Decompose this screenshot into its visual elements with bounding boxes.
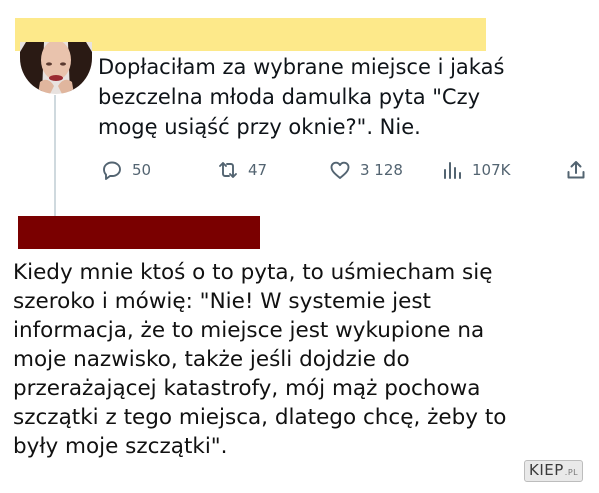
retweet-button[interactable]: 47: [216, 156, 267, 184]
heart-icon: [330, 161, 350, 179]
reply-line: były moje szczątki".: [13, 434, 228, 459]
thread-connector-line: [54, 95, 56, 220]
tweet-action-bar: 50 47 3 128 107K: [100, 156, 590, 184]
screenshot-canvas: Dopłaciłam za wybrane miejsce i jakaś be…: [0, 0, 599, 493]
share-button[interactable]: [564, 156, 588, 184]
watermark-box: KIEP .PL: [524, 460, 584, 482]
redacted-username-bottom: [18, 216, 260, 249]
tweet-text: Dopłaciłam za wybrane miejsce i jakaś be…: [98, 52, 593, 142]
retweet-count: 47: [248, 161, 268, 179]
like-count: 3 128: [360, 161, 403, 179]
tweet-line: mogę usiąść przy oknie?". Nie.: [98, 115, 421, 139]
watermark-tld: .PL: [564, 468, 579, 477]
watermark-brand: KIEP: [529, 461, 564, 479]
reply-icon: [103, 161, 121, 180]
views-chart-icon: [444, 162, 461, 179]
views-count: 107K: [472, 161, 511, 179]
views-button[interactable]: 107K: [440, 156, 510, 184]
share-icon: [567, 161, 585, 179]
reply-button[interactable]: 50: [100, 156, 151, 184]
tweet-line: bezczelna młoda damulka pyta "Czy: [98, 85, 481, 109]
reply-line: szczątki z tego miejsca, dlatego chcę, ż…: [13, 405, 507, 430]
tweet-line: Dopłaciłam za wybrane miejsce i jakaś: [98, 55, 505, 79]
reply-line: moje nazwisko, także jeśli dojdzie do: [13, 347, 410, 372]
kiep-watermark-logo: KIEP .PL: [524, 460, 584, 482]
reply-line: przerażającej katastrofy, mój mąż pochow…: [13, 376, 481, 401]
like-button[interactable]: 3 128: [328, 156, 403, 184]
reply-line: szeroko i mówię: "Nie! W systemie jest: [13, 289, 431, 314]
reply-line: Kiedy mnie ktoś o to pyta, to uśmiecham …: [13, 260, 493, 285]
retweet-icon: [219, 162, 237, 178]
avatar[interactable]: [20, 42, 92, 94]
reply-text: Kiedy mnie ktoś o to pyta, to uśmiecham …: [13, 258, 599, 461]
reply-line: informacja, że to miejsce jest wykupione…: [13, 318, 485, 343]
reply-count: 50: [132, 161, 152, 179]
avatar-photo: [20, 42, 92, 94]
